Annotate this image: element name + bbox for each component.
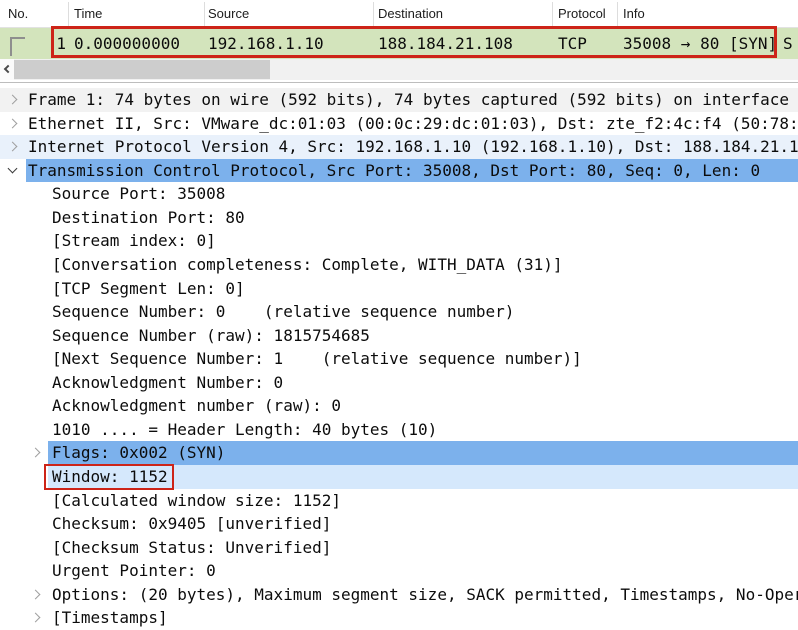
detail-row-text: Urgent Pointer: 0 <box>48 561 216 580</box>
detail-row-text: Frame 1: 74 bytes on wire (592 bits), 74… <box>26 90 789 109</box>
column-header-protocol[interactable]: Protocol <box>558 0 606 28</box>
detail-row-text: [TCP Segment Len: 0] <box>48 279 245 298</box>
detail-row-text: [Timestamps] <box>48 608 168 627</box>
detail-row[interactable]: [Calculated window size: 1152] <box>0 489 798 513</box>
detail-row-text: [Conversation completeness: Complete, WI… <box>48 255 563 274</box>
detail-row[interactable]: [Conversation completeness: Complete, WI… <box>0 253 798 277</box>
detail-row-text: [Next Sequence Number: 1 (relative seque… <box>48 349 582 368</box>
detail-row[interactable]: Ethernet II, Src: VMware_dc:01:03 (00:0c… <box>0 112 798 136</box>
packet-no-cell: 1 <box>0 28 66 59</box>
detail-row-text: Source Port: 35008 <box>48 184 225 203</box>
packet-time-cell: 0.000000000 <box>74 28 180 59</box>
detail-row-text: Sequence Number (raw): 1815754685 <box>48 326 370 345</box>
detail-row[interactable]: Internet Protocol Version 4, Src: 192.16… <box>0 135 798 159</box>
expand-toggle-icon[interactable] <box>8 118 18 128</box>
scroll-left-button[interactable] <box>0 59 14 80</box>
collapse-toggle-icon[interactable] <box>8 163 18 173</box>
detail-row[interactable]: Sequence Number: 0 (relative sequence nu… <box>0 300 798 324</box>
detail-row[interactable]: [Next Sequence Number: 1 (relative seque… <box>0 347 798 371</box>
detail-row[interactable]: Acknowledgment Number: 0 <box>0 371 798 395</box>
packet-info-overflow: S <box>783 28 793 59</box>
detail-row[interactable]: [Timestamps] <box>0 606 798 630</box>
packet-protocol-cell: TCP <box>558 28 587 59</box>
detail-row[interactable]: [Checksum Status: Unverified] <box>0 536 798 560</box>
scrollbar-thumb[interactable] <box>14 60 270 79</box>
detail-row[interactable]: [Stream index: 0] <box>0 229 798 253</box>
detail-row[interactable]: Frame 1: 74 bytes on wire (592 bits), 74… <box>0 88 798 112</box>
column-header-info[interactable]: Info <box>623 0 645 28</box>
packet-info-cell: 35008 → 80 [SYN] <box>623 28 777 59</box>
packet-details-pane: Frame 1: 74 bytes on wire (592 bits), 74… <box>0 88 798 630</box>
detail-row-text: Destination Port: 80 <box>48 208 245 227</box>
packet-source-cell: 192.168.1.10 <box>208 28 324 59</box>
detail-row-text: Sequence Number: 0 (relative sequence nu… <box>48 302 514 321</box>
detail-row[interactable]: Options: (20 bytes), Maximum segment siz… <box>0 583 798 607</box>
detail-row[interactable]: Acknowledgment number (raw): 0 <box>0 394 798 418</box>
horizontal-scrollbar[interactable] <box>0 59 798 80</box>
column-separator[interactable] <box>68 2 69 26</box>
expand-toggle-icon[interactable] <box>8 142 18 152</box>
detail-row[interactable]: 1010 .... = Header Length: 40 bytes (10) <box>0 418 798 442</box>
detail-row[interactable]: Destination Port: 80 <box>0 206 798 230</box>
column-separator[interactable] <box>373 2 374 26</box>
detail-row[interactable]: Sequence Number (raw): 1815754685 <box>0 324 798 348</box>
column-header-source[interactable]: Source <box>208 0 249 28</box>
expand-toggle-icon[interactable] <box>31 589 41 599</box>
detail-row-text: [Calculated window size: 1152] <box>48 491 341 510</box>
column-separator[interactable] <box>617 2 618 26</box>
detail-row[interactable]: Transmission Control Protocol, Src Port:… <box>0 159 798 183</box>
detail-row-text: Acknowledgment Number: 0 <box>48 373 283 392</box>
detail-row-text: Internet Protocol Version 4, Src: 192.16… <box>26 137 798 156</box>
detail-row-text: Flags: 0x002 (SYN) <box>48 443 225 462</box>
packet-row[interactable]: 1 0.000000000 192.168.1.10 188.184.21.10… <box>0 28 798 59</box>
detail-row-text: Acknowledgment number (raw): 0 <box>48 396 341 415</box>
detail-row-text: 1010 .... = Header Length: 40 bytes (10) <box>48 420 437 439</box>
detail-row-text: Window: 1152 <box>48 467 168 486</box>
expand-toggle-icon[interactable] <box>8 95 18 105</box>
column-separator[interactable] <box>552 2 553 26</box>
detail-row-text: Options: (20 bytes), Maximum segment siz… <box>48 585 798 604</box>
column-separator[interactable] <box>204 2 205 26</box>
chevron-left-icon <box>4 65 12 73</box>
packet-list-header: No. Time Source Destination Protocol Inf… <box>0 0 798 28</box>
column-header-destination[interactable]: Destination <box>378 0 443 28</box>
detail-row[interactable]: Window: 1152 <box>0 465 798 489</box>
column-header-time[interactable]: Time <box>74 0 102 28</box>
pane-splitter[interactable] <box>0 80 798 88</box>
splitter-line <box>0 82 798 83</box>
detail-row-text: [Stream index: 0] <box>48 231 216 250</box>
detail-row-text: [Checksum Status: Unverified] <box>48 538 331 557</box>
packet-destination-cell: 188.184.21.108 <box>378 28 513 59</box>
expand-toggle-icon[interactable] <box>31 448 41 458</box>
detail-row-text: Transmission Control Protocol, Src Port:… <box>26 161 760 180</box>
detail-row-text: Ethernet II, Src: VMware_dc:01:03 (00:0c… <box>26 114 798 133</box>
expand-toggle-icon[interactable] <box>31 613 41 623</box>
detail-row[interactable]: [TCP Segment Len: 0] <box>0 277 798 301</box>
detail-row[interactable]: Checksum: 0x9405 [unverified] <box>0 512 798 536</box>
column-header-no[interactable]: No. <box>8 0 28 28</box>
wireshark-window: No. Time Source Destination Protocol Inf… <box>0 0 798 630</box>
detail-row[interactable]: Source Port: 35008 <box>0 182 798 206</box>
detail-row-text: Checksum: 0x9405 [unverified] <box>48 514 331 533</box>
detail-row[interactable]: Flags: 0x002 (SYN) <box>0 441 798 465</box>
detail-row[interactable]: Urgent Pointer: 0 <box>0 559 798 583</box>
